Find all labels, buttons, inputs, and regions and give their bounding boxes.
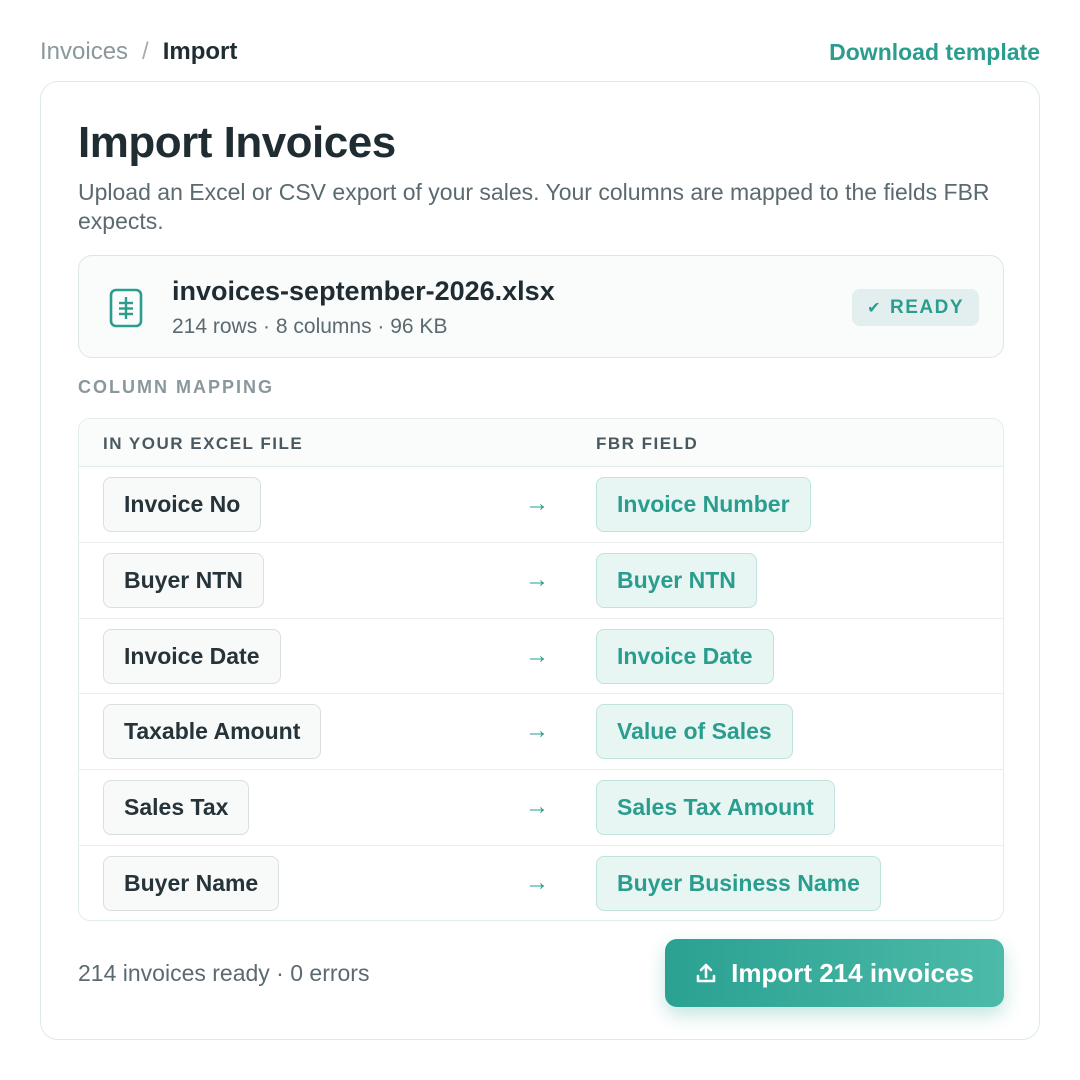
arrow-right-icon: → <box>525 868 549 896</box>
download-template-link[interactable]: Download template <box>829 39 1040 66</box>
section-label: COLUMN MAPPING <box>78 377 274 397</box>
source-column-chip[interactable]: Buyer Name <box>103 855 280 911</box>
import-summary: 214 invoices ready · 0 errors <box>78 960 370 986</box>
check-icon: ✔ <box>867 299 882 317</box>
arrow-right-icon: → <box>525 641 549 669</box>
source-column-chip[interactable]: Invoice Date <box>103 628 281 684</box>
source-column-chip[interactable]: Buyer NTN <box>103 552 264 608</box>
column-mapping-table: IN YOUR EXCEL FILE FBR FIELD Invoice No … <box>78 418 1004 921</box>
source-column-chip[interactable]: Taxable Amount <box>103 704 322 760</box>
arrow-right-icon: → <box>525 565 549 593</box>
source-column-chip[interactable]: Invoice No <box>103 477 262 532</box>
table-row: Buyer Name → Buyer Business Name <box>79 846 1003 920</box>
table-row: Taxable Amount → Value of Sales <box>79 694 1003 771</box>
fbr-field-chip[interactable]: Value of Sales <box>596 704 793 760</box>
status-badge: ✔ READY <box>852 289 979 326</box>
page-title: Import Invoices <box>78 118 396 167</box>
uploaded-file: invoices-september-2026.xlsx 214 rows · … <box>78 255 1004 358</box>
fbr-field-chip[interactable]: Sales Tax Amount <box>596 780 835 836</box>
file-name: invoices-september-2026.xlsx <box>172 276 555 306</box>
table-row: Invoice No → Invoice Number <box>79 467 1003 543</box>
header-target: FBR FIELD <box>596 434 699 453</box>
import-button-label: Import 214 invoices <box>731 957 974 988</box>
fbr-field-chip[interactable]: Invoice Number <box>596 477 811 532</box>
table-row: Sales Tax → Sales Tax Amount <box>79 770 1003 846</box>
header-source: IN YOUR EXCEL FILE <box>103 434 304 453</box>
fbr-field-chip[interactable]: Invoice Date <box>596 628 774 684</box>
fbr-field-chip[interactable]: Buyer Business Name <box>596 855 881 911</box>
breadcrumb-invoices[interactable]: Invoices <box>40 38 128 66</box>
upload-icon <box>696 963 716 983</box>
arrow-right-icon: → <box>525 490 549 517</box>
import-invoices-button[interactable]: Import 214 invoices <box>665 939 1004 1007</box>
table-row: Invoice Date → Invoice Date <box>79 619 1003 695</box>
table-header: IN YOUR EXCEL FILE FBR FIELD <box>79 419 1003 467</box>
arrow-right-icon: → <box>525 793 549 821</box>
import-card: Import Invoices Upload an Excel or CSV e… <box>40 81 1040 1040</box>
source-column-chip[interactable]: Sales Tax <box>103 780 250 836</box>
arrow-right-icon: → <box>525 717 549 745</box>
breadcrumb-separator: / <box>142 38 149 65</box>
top-bar: Invoices / Import Download template <box>40 36 1040 68</box>
fbr-field-chip[interactable]: Buyer NTN <box>596 552 757 608</box>
file-meta: 214 rows · 8 columns · 96 KB <box>172 315 448 338</box>
breadcrumb: Invoices / Import <box>40 38 237 66</box>
status-text: READY <box>889 296 964 318</box>
page-description: Upload an Excel or CSV export of your sa… <box>78 179 990 234</box>
table-row: Buyer NTN → Buyer NTN <box>79 543 1003 619</box>
spreadsheet-file-icon <box>109 288 143 328</box>
breadcrumb-current: Import <box>162 38 238 65</box>
